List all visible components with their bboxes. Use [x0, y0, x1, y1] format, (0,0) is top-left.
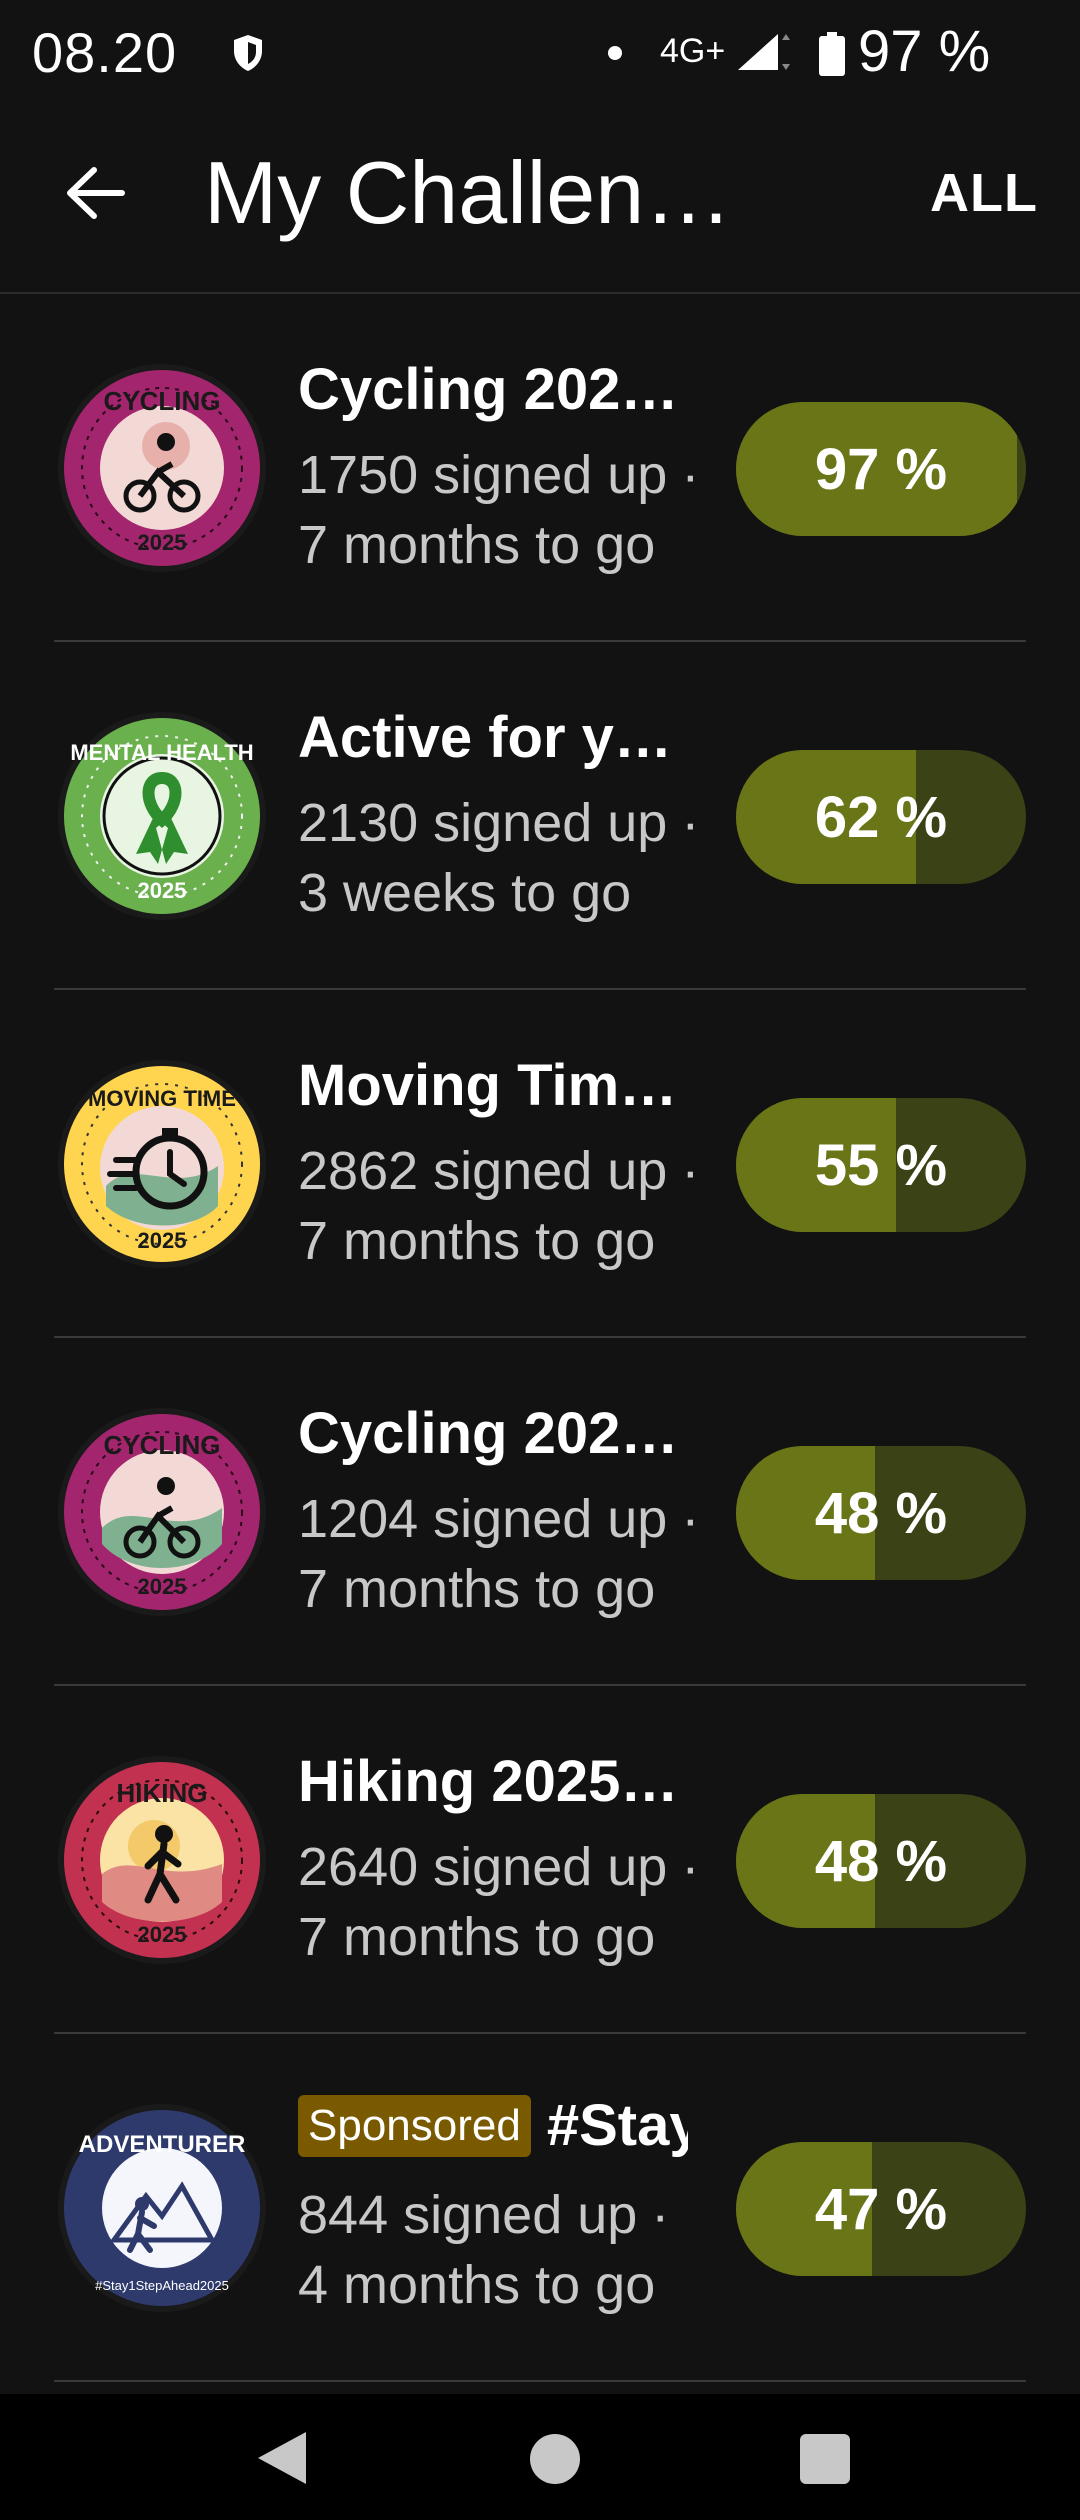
- challenge-item[interactable]: MOVING TIME 2025 Moving Tim… 2862 signed…: [0, 990, 1080, 1338]
- progress-pill: 48 %: [736, 1446, 1026, 1580]
- progress-label: 48 %: [814, 1828, 948, 1894]
- separator-dot: ·: [681, 1489, 700, 1549]
- challenge-name: Moving Tim…: [298, 1053, 678, 1118]
- challenge-item[interactable]: CYCLING 2025 Cycling 202… 1750 signed up…: [0, 294, 1080, 642]
- signed-up-count: 1750 signed up: [298, 445, 668, 505]
- signed-up-count: 2130 signed up: [298, 793, 668, 853]
- progress-pill: 47 %: [736, 2142, 1026, 2276]
- status-time: 08.20: [32, 21, 178, 84]
- battery-icon: [819, 32, 845, 76]
- nav-recents-icon[interactable]: [800, 2434, 850, 2484]
- hiking-badge-icon: HIKING 2025: [54, 1752, 270, 1968]
- shield-icon: [234, 35, 262, 71]
- challenge-name: Active for y…: [298, 705, 672, 770]
- badge-year: 2025: [138, 878, 187, 903]
- separator-dot: ·: [681, 793, 700, 853]
- battery-percent: 97 %: [858, 19, 991, 84]
- sponsored-tag: Sponsored: [298, 2094, 531, 2157]
- cycling-badge-icon: CYCLING 2025: [54, 1404, 270, 1620]
- progress-label: 48 %: [814, 1480, 948, 1546]
- progress-pill: 55 %: [736, 1098, 1026, 1232]
- system-nav-bar: [0, 2394, 1080, 2520]
- badge-label: CYCLING: [104, 386, 221, 416]
- time-remaining: 3 weeks to go: [298, 863, 632, 923]
- progress-pill: 48 %: [736, 1794, 1026, 1928]
- signed-up-count: 844 signed up: [298, 2185, 638, 2245]
- moving-time-badge-icon: MOVING TIME 2025: [54, 1056, 270, 1272]
- progress-label: 97 %: [814, 436, 948, 502]
- signed-up-count: 2862 signed up: [298, 1141, 668, 1201]
- separator-dot: ·: [681, 1837, 700, 1897]
- separator-dot: ·: [651, 2185, 670, 2245]
- notification-dot-icon: [608, 46, 622, 60]
- time-remaining: 7 months to go: [298, 1907, 656, 1967]
- badge-hashtag: #Stay1StepAhead2025: [95, 2278, 229, 2293]
- signed-up-count: 2640 signed up: [298, 1837, 668, 1897]
- badge-year: 2025: [138, 1922, 187, 1947]
- challenge-name: #Stay: [546, 2093, 688, 2158]
- separator-dot: ·: [681, 1141, 700, 1201]
- challenge-item[interactable]: MENTAL HEALTH 2025 Active for y… 2130 si…: [0, 642, 1080, 990]
- progress-label: 62 %: [814, 784, 948, 850]
- progress-label: 55 %: [814, 1132, 948, 1198]
- separator-dot: ·: [681, 445, 700, 505]
- all-filter-button[interactable]: ALL: [930, 162, 1038, 224]
- challenge-name: Cycling 202…: [298, 1401, 679, 1466]
- badge-year: 2025: [138, 530, 187, 555]
- nav-home-icon[interactable]: [530, 2434, 580, 2484]
- signed-up-count: 1204 signed up: [298, 1489, 668, 1549]
- badge-label: ADVENTURER: [79, 2131, 246, 2158]
- challenge-item[interactable]: HIKING 2025 Hiking 2025… 2640 signed up ·…: [0, 1686, 1080, 2034]
- time-remaining: 7 months to go: [298, 1211, 656, 1271]
- nav-back-icon[interactable]: [254, 2428, 310, 2488]
- badge-label: MOVING TIME: [88, 1086, 236, 1111]
- adventurer-badge-icon: ADVENTURER #Stay1StepAhead2025: [54, 2100, 270, 2316]
- challenge-list: CYCLING 2025 Cycling 202… 1750 signed up…: [0, 294, 1080, 2382]
- badge-year: 2025: [138, 1574, 187, 1599]
- page-title: My Challen…: [204, 143, 733, 242]
- status-bar: 08.20 4G+ 97 %: [0, 0, 1080, 106]
- challenge-name: Hiking 2025…: [298, 1749, 679, 1814]
- back-arrow-icon[interactable]: [60, 158, 130, 228]
- progress-label: 47 %: [814, 2176, 948, 2242]
- badge-year: 2025: [138, 1228, 187, 1253]
- signal-icon: [738, 34, 790, 70]
- cycling-badge-icon: CYCLING 2025: [54, 360, 270, 576]
- progress-pill: 97 %: [736, 402, 1026, 536]
- challenge-item[interactable]: CYCLING 2025 Cycling 202… 1204 signed up…: [0, 1338, 1080, 1686]
- challenge-name: Cycling 202…: [298, 357, 679, 422]
- challenge-item[interactable]: ADVENTURER #Stay1StepAhead2025 Sponsored…: [0, 2034, 1080, 2382]
- progress-pill: 62 %: [736, 750, 1026, 884]
- time-remaining: 7 months to go: [298, 1559, 656, 1619]
- network-type: 4G+: [660, 32, 726, 70]
- time-remaining: 7 months to go: [298, 515, 656, 575]
- badge-label: MENTAL HEALTH: [70, 740, 253, 765]
- time-remaining: 4 months to go: [298, 2255, 656, 2315]
- app-bar: My Challen… ALL: [0, 106, 1080, 294]
- badge-label: CYCLING: [104, 1430, 221, 1460]
- badge-label: HIKING: [117, 1778, 208, 1808]
- mental-health-badge-icon: MENTAL HEALTH 2025: [54, 708, 270, 924]
